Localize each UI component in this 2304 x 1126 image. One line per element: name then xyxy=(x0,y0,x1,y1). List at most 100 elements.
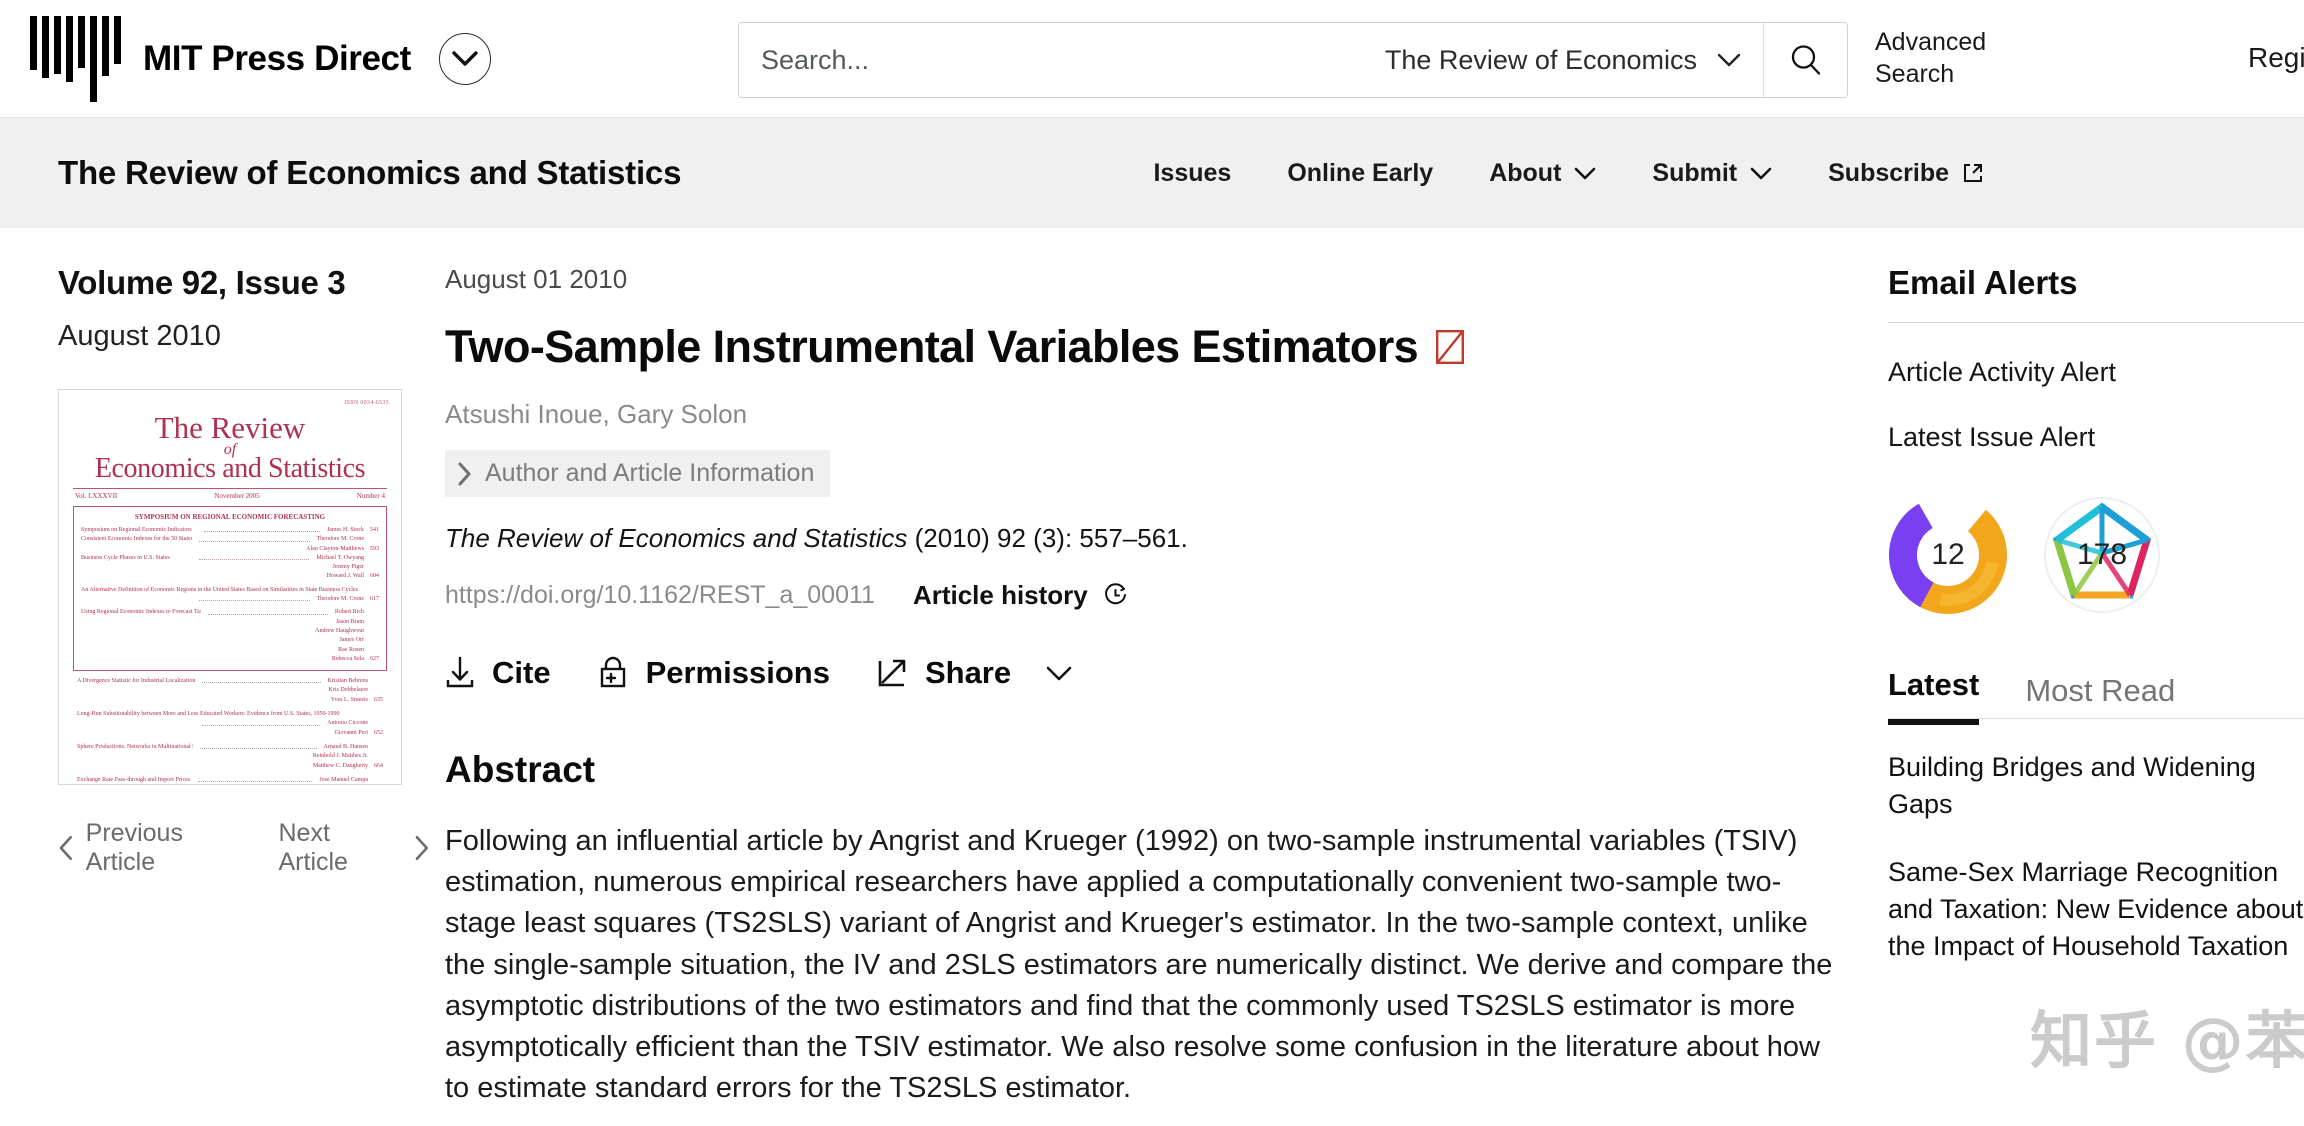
toc-author: Theodore M. Crone xyxy=(316,596,365,603)
toc-author: Rae Rosen xyxy=(338,646,364,653)
toc-title: Exchange Rate Pass-through and Import Pr… xyxy=(77,776,191,783)
toc-author: Giovanni Peri xyxy=(334,729,369,736)
article-history-label: Article history xyxy=(912,580,1088,610)
chevron-right-icon xyxy=(458,462,471,485)
toc-author: Kristian Behrens xyxy=(327,678,369,685)
author-article-information-label: Author and Article Information xyxy=(485,459,815,487)
article-main: August 01 2010 Two-Sample Instrumental V… xyxy=(430,264,1870,1109)
author-list[interactable]: Atsushi Inoue, Gary Solon xyxy=(445,399,1870,430)
toc-page: 652 xyxy=(374,729,383,736)
article-pagination: Previous Article Next Article xyxy=(58,819,430,877)
permissions-label: Permissions xyxy=(645,655,830,690)
altmetric-badge[interactable]: 178 xyxy=(2042,495,2162,615)
cover-number: Number 4 xyxy=(356,492,385,500)
nav-label: Submit xyxy=(1652,158,1738,187)
brand-block[interactable]: MIT Press Direct xyxy=(30,15,491,102)
nav-item-submit[interactable]: Submit xyxy=(1652,159,1772,188)
permissions-button[interactable]: Permissions xyxy=(597,655,830,691)
nav-item-online-early[interactable]: Online Early xyxy=(1287,159,1433,188)
search-input[interactable] xyxy=(739,23,1375,97)
chevron-right-icon xyxy=(415,835,429,861)
cover-month: November 2005 xyxy=(214,492,260,500)
list-item[interactable]: Building Bridges and Widening Gaps xyxy=(1888,749,2304,824)
share-button[interactable]: Share xyxy=(876,655,1072,691)
toc-title: Symposium on Regional Economic Indicator… xyxy=(81,527,192,533)
tab-most-read[interactable]: Most Read xyxy=(2025,673,2175,725)
toc-author: Michael T. Owyang xyxy=(316,554,365,561)
dimensions-count: 12 xyxy=(1931,538,1965,571)
advanced-search-link[interactable]: Advanced Search xyxy=(1875,26,2055,90)
doi-link[interactable]: https://doi.org/10.1162/REST_a_00011 xyxy=(445,581,875,610)
article-page: MIT Press Direct The Review of Economics… xyxy=(0,0,2304,1126)
toc-author: Theodore M. Crone xyxy=(316,536,365,543)
toc-author: James H. Stock xyxy=(326,527,365,533)
right-sidebar: Email Alerts Article Activity Alert Late… xyxy=(1870,264,2304,1109)
cover-main-title: Economics and Statistics xyxy=(94,453,366,484)
download-icon xyxy=(446,656,474,688)
article-activity-alert-link[interactable]: Article Activity Alert xyxy=(1888,357,2304,388)
toc-author: Jose Manuel Campa xyxy=(319,776,368,783)
search-scope-dropdown[interactable]: The Review of Economics xyxy=(1375,23,1763,97)
chevron-down-icon xyxy=(1046,666,1072,680)
toc-page: 541 xyxy=(370,527,380,533)
cite-label: Cite xyxy=(492,655,551,690)
nav-item-issues[interactable]: Issues xyxy=(1153,159,1231,188)
toc-author: Antonio Ciccone xyxy=(327,720,369,727)
lock-plus-icon xyxy=(600,656,625,688)
main-content: Volume 92, Issue 3 August 2010 ISSN 0034… xyxy=(0,228,2304,1109)
citation-line: The Review of Economics and Statistics (… xyxy=(445,523,1870,554)
cover-symposium-title: SYMPOSIUM ON REGIONAL ECONOMIC FORECASTI… xyxy=(134,513,326,521)
dimensions-badge[interactable]: 12 xyxy=(1888,495,2008,615)
search-bar[interactable]: The Review of Economics xyxy=(738,22,1848,98)
altmetric-count: 178 xyxy=(2076,538,2128,571)
toc-page: 604 xyxy=(370,573,379,580)
cover-the: The Review xyxy=(154,410,306,445)
toc-title: A Divergence Statistic for Industrial Lo… xyxy=(77,678,196,685)
toc-author: Robert Rich xyxy=(334,609,365,616)
volume-issue-label: Volume 92, Issue 3 xyxy=(58,264,346,301)
toc-title: Long-Run Substitutability between More a… xyxy=(77,711,340,718)
toc-author: Alan Clayton-Matthews xyxy=(306,545,364,552)
tab-latest[interactable]: Latest xyxy=(1888,667,1980,725)
citation-details: (2010) 92 (3): 557–561. xyxy=(907,523,1188,553)
nav-label: Subscribe xyxy=(1828,158,1949,187)
latest-issue-alert-link[interactable]: Latest Issue Alert xyxy=(1888,422,2304,453)
next-article-label: Next Article xyxy=(278,819,348,876)
nav-label: About xyxy=(1489,158,1562,187)
search-submit-button[interactable] xyxy=(1763,23,1847,97)
toc-page: 627 xyxy=(370,655,379,662)
register-link[interactable]: Register xyxy=(2248,42,2304,74)
issue-date-label: August 2010 xyxy=(58,320,221,352)
divider xyxy=(1888,322,2304,323)
mit-press-logo-icon xyxy=(30,15,121,102)
next-article-link[interactable]: Next Article xyxy=(279,819,431,877)
brand-chevron-down-icon[interactable] xyxy=(438,32,491,85)
article-title-text: Two-Sample Instrumental Variables Estima… xyxy=(445,321,1419,372)
previous-article-link[interactable]: Previous Article xyxy=(58,819,255,877)
author-article-information-toggle[interactable]: Author and Article Information xyxy=(445,450,831,497)
nav-item-subscribe[interactable]: Subscribe xyxy=(1828,159,1984,188)
share-label: Share xyxy=(924,655,1012,690)
toc-title: Using Regional Economic Indexes to Forec… xyxy=(81,609,201,616)
toc-page: 664 xyxy=(374,762,383,769)
issue-cover-image[interactable]: ISSN 0034-6535 The Review of Economics a… xyxy=(58,389,402,785)
list-item[interactable]: Same-Sex Marriage Recognition and Taxati… xyxy=(1888,854,2304,966)
search-scope-label: The Review of Economics xyxy=(1384,44,1697,75)
previous-article-label: Previous Article xyxy=(85,819,183,876)
article-history-toggle[interactable]: Article history xyxy=(913,580,1129,611)
journal-title: The Review of Economics and Statistics xyxy=(58,154,682,191)
toc-author: Rebecca Sela xyxy=(331,655,364,662)
toc-title: Sphere Productions: Networks in Multinat… xyxy=(77,743,193,750)
toc-title: Business Cycle Phases in U.S. States xyxy=(81,554,170,561)
abstract-text: Following an influential article by Angr… xyxy=(445,825,1833,1105)
toc-page: 617 xyxy=(370,596,379,603)
cite-button[interactable]: Cite xyxy=(445,655,551,691)
toc-author: Yves L. Smeets xyxy=(330,696,368,703)
nav-label: Online Early xyxy=(1287,158,1434,187)
doi-row: https://doi.org/10.1162/REST_a_00011 Art… xyxy=(445,580,1870,611)
abstract-heading: Abstract xyxy=(445,749,596,790)
nav-item-about[interactable]: About xyxy=(1489,159,1596,188)
toc-author: Kris Dobbelaere xyxy=(328,687,368,694)
toc-page: 635 xyxy=(374,696,383,703)
nav-label: Issues xyxy=(1153,158,1232,187)
